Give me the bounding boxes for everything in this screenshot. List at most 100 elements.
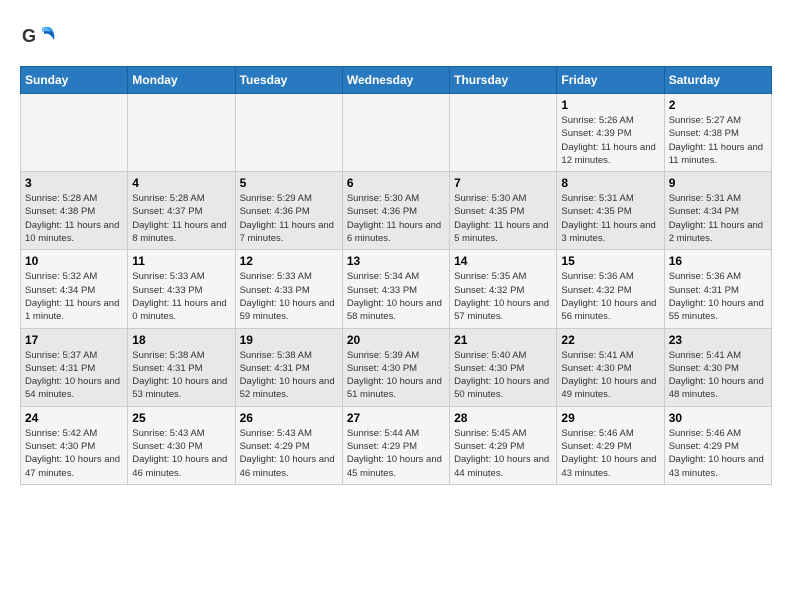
day-detail: Sunrise: 5:35 AM Sunset: 4:32 PM Dayligh… bbox=[454, 270, 552, 323]
calendar-cell: 12Sunrise: 5:33 AM Sunset: 4:33 PM Dayli… bbox=[235, 250, 342, 328]
day-number: 2 bbox=[669, 98, 767, 112]
calendar-cell: 22 Sunrise: 5:41 AM Sunset: 4:30 PM Dayli… bbox=[557, 328, 664, 406]
day-number: 26 bbox=[240, 411, 338, 425]
calendar-cell: 24Sunrise: 5:42 AM Sunset: 4:30 PM Dayli… bbox=[21, 406, 128, 484]
day-number: 18 bbox=[132, 333, 230, 347]
week-row-5: 24Sunrise: 5:42 AM Sunset: 4:30 PM Dayli… bbox=[21, 406, 772, 484]
day-detail: Sunrise: 5:43 AM Sunset: 4:30 PM Dayligh… bbox=[132, 427, 230, 480]
calendar-cell: 13 Sunrise: 5:34 AM Sunset: 4:33 PM Dayli… bbox=[342, 250, 449, 328]
day-detail: Sunrise: 5:40 AM Sunset: 4:30 PM Dayligh… bbox=[454, 349, 552, 402]
day-number: 5 bbox=[240, 176, 338, 190]
calendar-cell: 27 Sunrise: 5:44 AM Sunset: 4:29 PM Dayli… bbox=[342, 406, 449, 484]
day-detail: Sunrise: 5:28 AM Sunset: 4:38 PM Dayligh… bbox=[25, 192, 123, 245]
calendar-cell: 20 Sunrise: 5:39 AM Sunset: 4:30 PM Dayli… bbox=[342, 328, 449, 406]
day-detail: Sunrise: 5:43 AM Sunset: 4:29 PM Dayligh… bbox=[240, 427, 338, 480]
day-detail: Sunrise: 5:27 AM Sunset: 4:38 PM Dayligh… bbox=[669, 114, 767, 167]
calendar-cell: 25 Sunrise: 5:43 AM Sunset: 4:30 PM Dayli… bbox=[128, 406, 235, 484]
header-saturday: Saturday bbox=[664, 67, 771, 94]
logo-icon: G bbox=[20, 20, 56, 56]
day-number: 22 bbox=[561, 333, 659, 347]
calendar-cell: 28Sunrise: 5:45 AM Sunset: 4:29 PM Dayli… bbox=[450, 406, 557, 484]
calendar-cell: 19Sunrise: 5:38 AM Sunset: 4:31 PM Dayli… bbox=[235, 328, 342, 406]
day-detail: Sunrise: 5:31 AM Sunset: 4:34 PM Dayligh… bbox=[669, 192, 767, 245]
calendar-cell: 11 Sunrise: 5:33 AM Sunset: 4:33 PM Dayli… bbox=[128, 250, 235, 328]
day-detail: Sunrise: 5:38 AM Sunset: 4:31 PM Dayligh… bbox=[132, 349, 230, 402]
day-detail: Sunrise: 5:38 AM Sunset: 4:31 PM Dayligh… bbox=[240, 349, 338, 402]
calendar-cell: 29 Sunrise: 5:46 AM Sunset: 4:29 PM Dayli… bbox=[557, 406, 664, 484]
day-number: 3 bbox=[25, 176, 123, 190]
day-number: 30 bbox=[669, 411, 767, 425]
day-detail: Sunrise: 5:45 AM Sunset: 4:29 PM Dayligh… bbox=[454, 427, 552, 480]
day-detail: Sunrise: 5:36 AM Sunset: 4:31 PM Dayligh… bbox=[669, 270, 767, 323]
day-number: 21 bbox=[454, 333, 552, 347]
day-detail: Sunrise: 5:33 AM Sunset: 4:33 PM Dayligh… bbox=[132, 270, 230, 323]
header-thursday: Thursday bbox=[450, 67, 557, 94]
calendar-cell: 21 Sunrise: 5:40 AM Sunset: 4:30 PM Dayli… bbox=[450, 328, 557, 406]
day-number: 25 bbox=[132, 411, 230, 425]
header-row: SundayMondayTuesdayWednesdayThursdayFrid… bbox=[21, 67, 772, 94]
day-number: 16 bbox=[669, 254, 767, 268]
day-detail: Sunrise: 5:30 AM Sunset: 4:36 PM Dayligh… bbox=[347, 192, 445, 245]
calendar-cell: 5 Sunrise: 5:29 AM Sunset: 4:36 PM Daylig… bbox=[235, 172, 342, 250]
day-detail: Sunrise: 5:31 AM Sunset: 4:35 PM Dayligh… bbox=[561, 192, 659, 245]
day-detail: Sunrise: 5:39 AM Sunset: 4:30 PM Dayligh… bbox=[347, 349, 445, 402]
calendar-cell: 10 Sunrise: 5:32 AM Sunset: 4:34 PM Dayli… bbox=[21, 250, 128, 328]
day-number: 1 bbox=[561, 98, 659, 112]
day-detail: Sunrise: 5:41 AM Sunset: 4:30 PM Dayligh… bbox=[669, 349, 767, 402]
day-number: 10 bbox=[25, 254, 123, 268]
svg-text:G: G bbox=[22, 26, 36, 46]
calendar-cell: 9 Sunrise: 5:31 AM Sunset: 4:34 PM Daylig… bbox=[664, 172, 771, 250]
calendar-body: 1 Sunrise: 5:26 AM Sunset: 4:39 PM Daylig… bbox=[21, 94, 772, 485]
day-number: 12 bbox=[240, 254, 338, 268]
day-detail: Sunrise: 5:32 AM Sunset: 4:34 PM Dayligh… bbox=[25, 270, 123, 323]
day-detail: Sunrise: 5:36 AM Sunset: 4:32 PM Dayligh… bbox=[561, 270, 659, 323]
day-detail: Sunrise: 5:26 AM Sunset: 4:39 PM Dayligh… bbox=[561, 114, 659, 167]
day-detail: Sunrise: 5:46 AM Sunset: 4:29 PM Dayligh… bbox=[669, 427, 767, 480]
calendar-cell: 30 Sunrise: 5:46 AM Sunset: 4:29 PM Dayli… bbox=[664, 406, 771, 484]
week-row-3: 10 Sunrise: 5:32 AM Sunset: 4:34 PM Dayli… bbox=[21, 250, 772, 328]
week-row-4: 17Sunrise: 5:37 AM Sunset: 4:31 PM Dayli… bbox=[21, 328, 772, 406]
calendar-cell: 3 Sunrise: 5:28 AM Sunset: 4:38 PM Daylig… bbox=[21, 172, 128, 250]
day-detail: Sunrise: 5:37 AM Sunset: 4:31 PM Dayligh… bbox=[25, 349, 123, 402]
day-detail: Sunrise: 5:44 AM Sunset: 4:29 PM Dayligh… bbox=[347, 427, 445, 480]
calendar-cell: 16 Sunrise: 5:36 AM Sunset: 4:31 PM Dayli… bbox=[664, 250, 771, 328]
day-detail: Sunrise: 5:34 AM Sunset: 4:33 PM Dayligh… bbox=[347, 270, 445, 323]
day-number: 15 bbox=[561, 254, 659, 268]
day-detail: Sunrise: 5:28 AM Sunset: 4:37 PM Dayligh… bbox=[132, 192, 230, 245]
calendar-cell: 18 Sunrise: 5:38 AM Sunset: 4:31 PM Dayli… bbox=[128, 328, 235, 406]
calendar-cell bbox=[128, 94, 235, 172]
day-number: 14 bbox=[454, 254, 552, 268]
logo: G bbox=[20, 20, 62, 56]
calendar-cell: 1 Sunrise: 5:26 AM Sunset: 4:39 PM Daylig… bbox=[557, 94, 664, 172]
day-number: 8 bbox=[561, 176, 659, 190]
day-detail: Sunrise: 5:46 AM Sunset: 4:29 PM Dayligh… bbox=[561, 427, 659, 480]
day-number: 29 bbox=[561, 411, 659, 425]
day-number: 27 bbox=[347, 411, 445, 425]
day-number: 11 bbox=[132, 254, 230, 268]
week-row-2: 3 Sunrise: 5:28 AM Sunset: 4:38 PM Daylig… bbox=[21, 172, 772, 250]
day-detail: Sunrise: 5:29 AM Sunset: 4:36 PM Dayligh… bbox=[240, 192, 338, 245]
day-number: 4 bbox=[132, 176, 230, 190]
header-sunday: Sunday bbox=[21, 67, 128, 94]
calendar-cell: 26 Sunrise: 5:43 AM Sunset: 4:29 PM Dayli… bbox=[235, 406, 342, 484]
header-wednesday: Wednesday bbox=[342, 67, 449, 94]
day-number: 13 bbox=[347, 254, 445, 268]
calendar-cell: 6 Sunrise: 5:30 AM Sunset: 4:36 PM Daylig… bbox=[342, 172, 449, 250]
calendar-cell: 15 Sunrise: 5:36 AM Sunset: 4:32 PM Dayli… bbox=[557, 250, 664, 328]
header-friday: Friday bbox=[557, 67, 664, 94]
calendar-cell: 23Sunrise: 5:41 AM Sunset: 4:30 PM Dayli… bbox=[664, 328, 771, 406]
day-detail: Sunrise: 5:41 AM Sunset: 4:30 PM Dayligh… bbox=[561, 349, 659, 402]
calendar-cell bbox=[235, 94, 342, 172]
calendar-cell: 7 Sunrise: 5:30 AM Sunset: 4:35 PM Daylig… bbox=[450, 172, 557, 250]
day-detail: Sunrise: 5:30 AM Sunset: 4:35 PM Dayligh… bbox=[454, 192, 552, 245]
day-number: 6 bbox=[347, 176, 445, 190]
day-number: 9 bbox=[669, 176, 767, 190]
week-row-1: 1 Sunrise: 5:26 AM Sunset: 4:39 PM Daylig… bbox=[21, 94, 772, 172]
calendar-cell: 17Sunrise: 5:37 AM Sunset: 4:31 PM Dayli… bbox=[21, 328, 128, 406]
day-detail: Sunrise: 5:42 AM Sunset: 4:30 PM Dayligh… bbox=[25, 427, 123, 480]
day-number: 7 bbox=[454, 176, 552, 190]
day-number: 20 bbox=[347, 333, 445, 347]
calendar-cell: 14 Sunrise: 5:35 AM Sunset: 4:32 PM Dayli… bbox=[450, 250, 557, 328]
calendar-table: SundayMondayTuesdayWednesdayThursdayFrid… bbox=[20, 66, 772, 485]
header-tuesday: Tuesday bbox=[235, 67, 342, 94]
